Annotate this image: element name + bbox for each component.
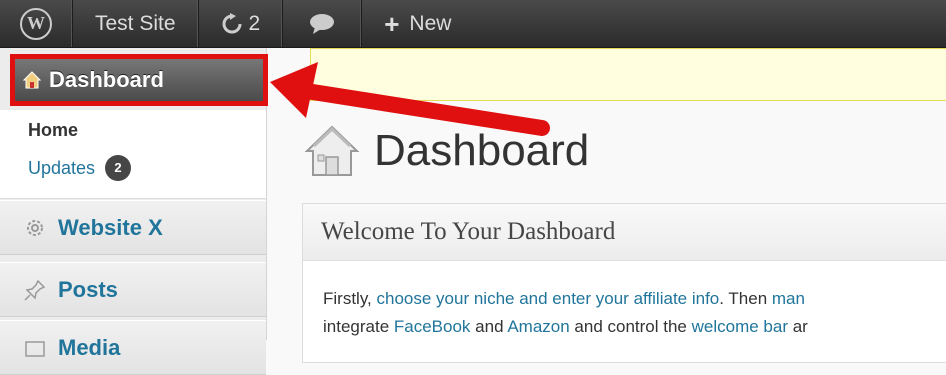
submenu-item-updates[interactable]: Updates 2: [28, 155, 132, 181]
choose-niche-link[interactable]: choose your niche and enter your affilia…: [377, 289, 720, 308]
admin-sidebar: Dashboard Home Updates 2 Website X Posts…: [0, 48, 268, 375]
refresh-icon: [222, 12, 242, 33]
new-content-menu[interactable]: + New: [362, 0, 473, 47]
sidebar-item-label: Posts: [58, 276, 118, 302]
welcome-box-body: Firstly, choose your niche and enter you…: [303, 261, 946, 341]
submenu-item-home[interactable]: Home: [28, 120, 78, 141]
facebook-link[interactable]: FaceBook: [394, 317, 471, 336]
comment-bubble-icon: [310, 13, 335, 34]
site-name-label: Test Site: [95, 11, 176, 35]
welcome-text: and: [470, 317, 508, 336]
welcome-box: Welcome To Your Dashboard Firstly, choos…: [302, 203, 946, 363]
welcome-line-1: Firstly, choose your niche and enter you…: [323, 285, 946, 313]
sidebar-item-media[interactable]: Media: [0, 320, 266, 375]
sidebar-item-posts[interactable]: Posts: [0, 262, 266, 317]
sidebar-item-label: Media: [58, 334, 121, 360]
welcome-text: . Then: [719, 289, 772, 308]
welcome-box-header[interactable]: Welcome To Your Dashboard: [303, 204, 946, 261]
dashboard-submenu: Home Updates 2: [0, 110, 266, 199]
admin-notice: [310, 48, 946, 101]
gear-icon: [27, 219, 43, 236]
pin-icon: [24, 279, 46, 301]
updates-badge: 2: [105, 155, 132, 181]
site-name-link[interactable]: Test Site: [73, 0, 199, 47]
page-title: Dashboard: [374, 126, 590, 175]
sidebar-item-website-x[interactable]: Website X: [0, 200, 266, 255]
submenu-item-label: Home: [28, 120, 79, 140]
welcome-text: integrate: [323, 317, 394, 336]
comments-link[interactable]: [283, 0, 363, 47]
submenu-item-label: Updates: [28, 157, 96, 178]
plus-icon: +: [384, 8, 400, 39]
wordpress-logo-icon: W: [20, 7, 52, 40]
welcome-line-2: integrate FaceBook and Amazon and contro…: [323, 313, 946, 341]
house-icon: [23, 71, 41, 89]
manage-link[interactable]: man: [772, 289, 805, 308]
sidebar-item-label: Website X: [58, 214, 163, 240]
welcome-text: and control the: [569, 317, 692, 336]
wordpress-logo-menu[interactable]: W: [0, 0, 73, 47]
welcome-bar-link[interactable]: welcome bar: [692, 317, 788, 336]
admin-bar: W Test Site 2 + New: [0, 0, 946, 48]
welcome-text: Firstly,: [323, 289, 377, 308]
house-icon: [304, 125, 360, 176]
new-label: New: [409, 11, 452, 35]
sidebar-item-dashboard[interactable]: Dashboard: [10, 54, 268, 106]
updates-count: 2: [248, 11, 261, 35]
page-heading: Dashboard: [304, 124, 589, 178]
sidebar-item-label: Dashboard: [49, 67, 164, 92]
welcome-text: ar: [787, 317, 808, 336]
amazon-link[interactable]: Amazon: [507, 317, 569, 336]
welcome-box-title: Welcome To Your Dashboard: [321, 218, 616, 245]
updates-link[interactable]: 2: [199, 0, 284, 47]
